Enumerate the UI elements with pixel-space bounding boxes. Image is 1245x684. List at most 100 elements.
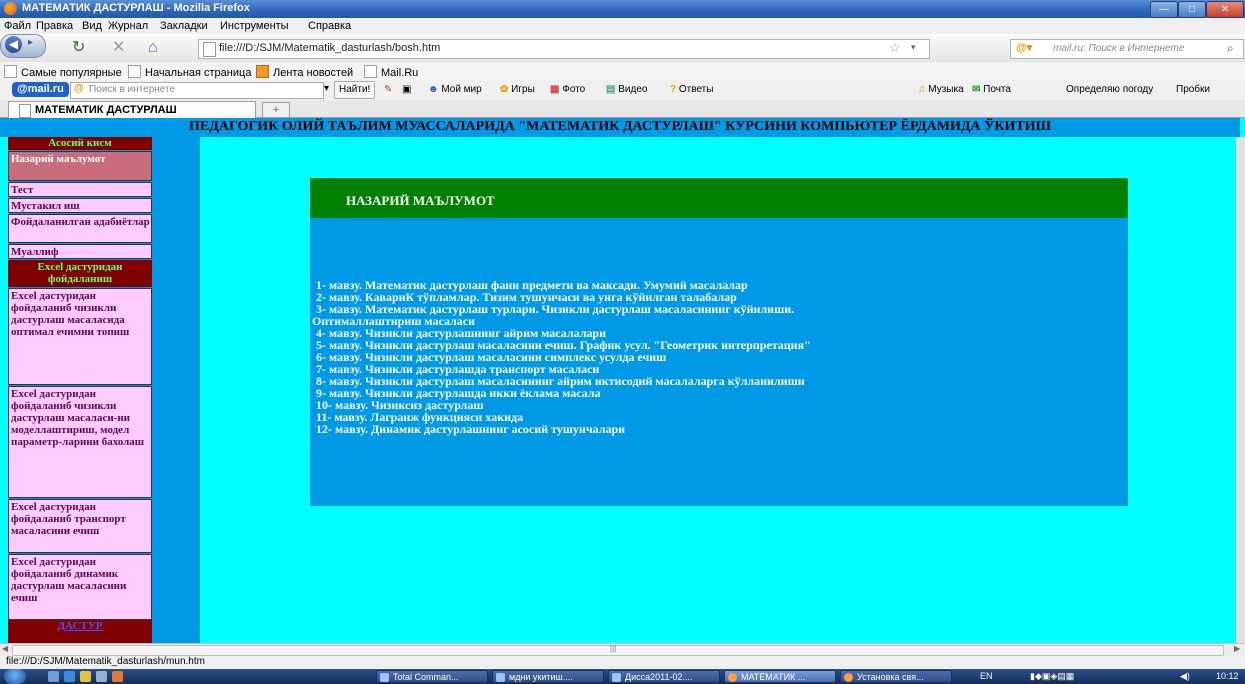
firefox-icon [728,673,737,682]
sidebar-item-references[interactable]: Фойдаланилган адабиётлар [8,214,152,243]
taskbar-button-setup[interactable]: Установка свя... [840,670,952,683]
menu-bar: Файл Правка Вид Журнал Закладки Инструме… [0,18,1245,34]
scrollbar-thumb[interactable] [12,645,1224,656]
stop-icon[interactable]: ✕ [112,38,125,58]
url-dropdown-icon[interactable]: ▾ [911,42,916,53]
bookmark-news-feed[interactable]: Лента новостей [256,65,353,79]
scroll-right-icon[interactable]: ▶ [1234,644,1240,653]
scroll-grip-icon: ||| [610,644,617,653]
close-button[interactable]: ✕ [1206,1,1244,18]
sidebar-item-program[interactable]: ДАСТУР [8,620,152,643]
navigation-toolbar: ◀ ▸ ↻ ✕ ⌂ file:///D:/SJM/Matematik_dastu… [0,34,1245,63]
app-icon [380,673,389,682]
home-icon[interactable]: ⌂ [148,38,158,58]
language-indicator[interactable]: EN [980,671,993,681]
menu-view[interactable]: Вид [82,20,102,32]
mailru-search-input[interactable]: @ Поиск в интернете [70,82,324,99]
forward-arrow-icon[interactable]: ▸ [28,37,33,48]
mailbar-link-weather[interactable]: Определяю погоду [1066,84,1153,95]
taskbar-button-totalcommander[interactable]: Total Comman... [376,670,488,683]
new-tab-button[interactable]: + [262,102,290,118]
menu-bookmarks[interactable]: Закладки [160,20,208,32]
program-link[interactable]: ДАСТУР [57,620,102,632]
bookmark-icon [4,65,17,78]
mailru-toolbar: @mail.ru @ Поиск в интернете ▾ Найти! ✎ … [0,80,1245,101]
minimize-button[interactable]: — [1150,1,1178,18]
mailbar-link-photo[interactable]: ▦ Фото [550,84,585,95]
address-bar[interactable]: file:///D:/SJM/Matematik_dasturlash/bosh… [198,39,930,59]
topic-list: 1- мавзу. Математик дастурлаш фани предм… [312,279,1124,435]
horizontal-scrollbar[interactable]: ◀ ||| ▶ [0,643,1245,656]
firefox-icon [844,673,853,682]
maximize-button[interactable]: □ [1178,1,1206,18]
taskbar-button-word-doc[interactable]: мдни укитиш.... [492,670,604,683]
theory-panel-header: НАЗАРИЙ МАЪЛУМОТ [310,178,1128,218]
window-title-bar[interactable]: МАТЕМАТИК ДАСТУРЛАШ - Mozilla Firefox — … [0,0,1245,18]
sidebar-item-excel-transport[interactable]: Excel дастуридан фойдаланиб транспорт ма… [8,499,152,553]
search-engine-icon[interactable]: @▾ [1016,41,1032,54]
mailbar-link-games[interactable]: ✿ Игры [500,84,535,95]
mailru-logo[interactable]: @mail.ru [12,82,69,97]
search-box[interactable]: @▾ mail.ru: Поиск в Интернете ⌕ [1010,39,1244,59]
tab-strip: МАТЕМАТИК ДАСТУРЛАШ + [0,100,1245,118]
quicklaunch-desktop-icon[interactable] [48,671,59,682]
highlight-icon[interactable]: ✎ [384,84,392,95]
menu-file[interactable]: Файл [4,20,31,32]
quicklaunch-app-icon[interactable] [96,671,107,682]
topic-link[interactable]: 12- мавзу. Динамик дастурлашнинг асосий … [312,423,1124,435]
mailbar-link-music[interactable]: ♫ Музыка [918,84,964,95]
sidebar-item-excel-modeling[interactable]: Excel дастуридан фойдаланиб чизикли даст… [8,386,152,498]
search-engine-icon: @ [74,83,84,94]
find-button[interactable]: Найти! [334,81,376,99]
quicklaunch-firefox-icon[interactable] [112,671,123,682]
reload-icon[interactable]: ↻ [72,38,85,58]
header-band: ПЕДАГОГИК ОЛИЙ ТАЪЛИМ МУАССАЛАРИДА "МАТЕ… [0,118,1240,137]
sidebar-item-independent-work[interactable]: Мустакил иш [8,198,152,213]
menu-history[interactable]: Журнал [108,20,148,32]
page-content: ПЕДАГОГИК ОЛИЙ ТАЪЛИМ МУАССАЛАРИДА "МАТЕ… [0,118,1245,643]
bookmark-home-page[interactable]: Начальная страница [128,65,251,79]
mailbar-link-mail[interactable]: ✉ Почта [972,84,1011,95]
sidebar-item-excel-optimal[interactable]: Excel дастуридан фойдаланиб чизикли даст… [8,288,152,385]
taskbar-button-firefox[interactable]: МАТЕМАТИК ... [724,670,836,683]
mailbar-link-traffic[interactable]: Пробки [1176,84,1210,95]
tray-icons[interactable]: ▮◆▣◈▤▦ [1030,671,1074,682]
bookmark-mailru[interactable]: Mail.Ru [364,65,418,79]
sidebar-item-theory[interactable]: Назарий маълумот [8,151,152,181]
tab-matematik[interactable]: МАТЕМАТИК ДАСТУРЛАШ [8,101,256,118]
back-arrow-icon: ◀ [5,36,22,53]
vertical-scrollbar[interactable] [1236,137,1245,643]
menu-help[interactable]: Справка [308,20,351,32]
back-button[interactable]: ◀ ▸ [0,34,46,58]
firefox-icon [4,2,17,15]
start-button[interactable] [4,669,26,684]
search-icon[interactable]: ⌕ [1227,41,1234,56]
status-text: file:///D:/SJM/Matematik_dasturlash/mun.… [6,656,205,667]
mailbar-link-answers[interactable]: ? Ответы [670,84,713,95]
scroll-left-icon[interactable]: ◀ [2,644,8,653]
menu-tools[interactable]: Инструменты [220,20,289,32]
volume-icon[interactable]: ◀) [1180,671,1190,682]
sidebar-item-author[interactable]: Муаллиф [8,244,152,259]
menu-edit[interactable]: Правка [36,20,73,32]
mailbar-link-myworld[interactable]: ☻ Мой мир [428,84,482,95]
page-icon [19,104,31,118]
bookmark-icon [128,65,141,78]
page-icon [203,42,216,57]
sidebar-item-excel-dynamic[interactable]: Excel дастуридан фойдаланиб динамик даст… [8,554,152,620]
quicklaunch-ie-icon[interactable] [64,671,75,682]
page-header-title: ПЕДАГОГИК ОЛИЙ ТАЪЛИМ МУАССАЛАРИДА "МАТЕ… [188,119,1052,134]
window-icon[interactable]: ▣ [402,84,411,95]
sidebar-heading-excel: Excel дастуридан фойдаланиш [8,260,152,287]
mailbar-link-video[interactable]: ▤ Видео [606,84,647,95]
search-dropdown-icon[interactable]: ▾ [324,83,329,94]
windows-taskbar: Total Comman... мдни укитиш.... Дисса201… [0,669,1245,684]
bookmarks-bar: Самые популярные Начальная страница Лент… [0,62,1245,81]
word-icon [612,673,621,682]
sidebar-item-test[interactable]: Тест [8,182,152,197]
taskbar-button-dissa[interactable]: Дисса2011-02.... [608,670,720,683]
bookmark-star-icon[interactable]: ☆ [889,40,901,56]
url-text[interactable]: file:///D:/SJM/Matematik_dasturlash/bosh… [219,42,440,54]
quicklaunch-folder-icon[interactable] [80,671,91,682]
bookmark-most-visited[interactable]: Самые популярные [4,65,122,79]
